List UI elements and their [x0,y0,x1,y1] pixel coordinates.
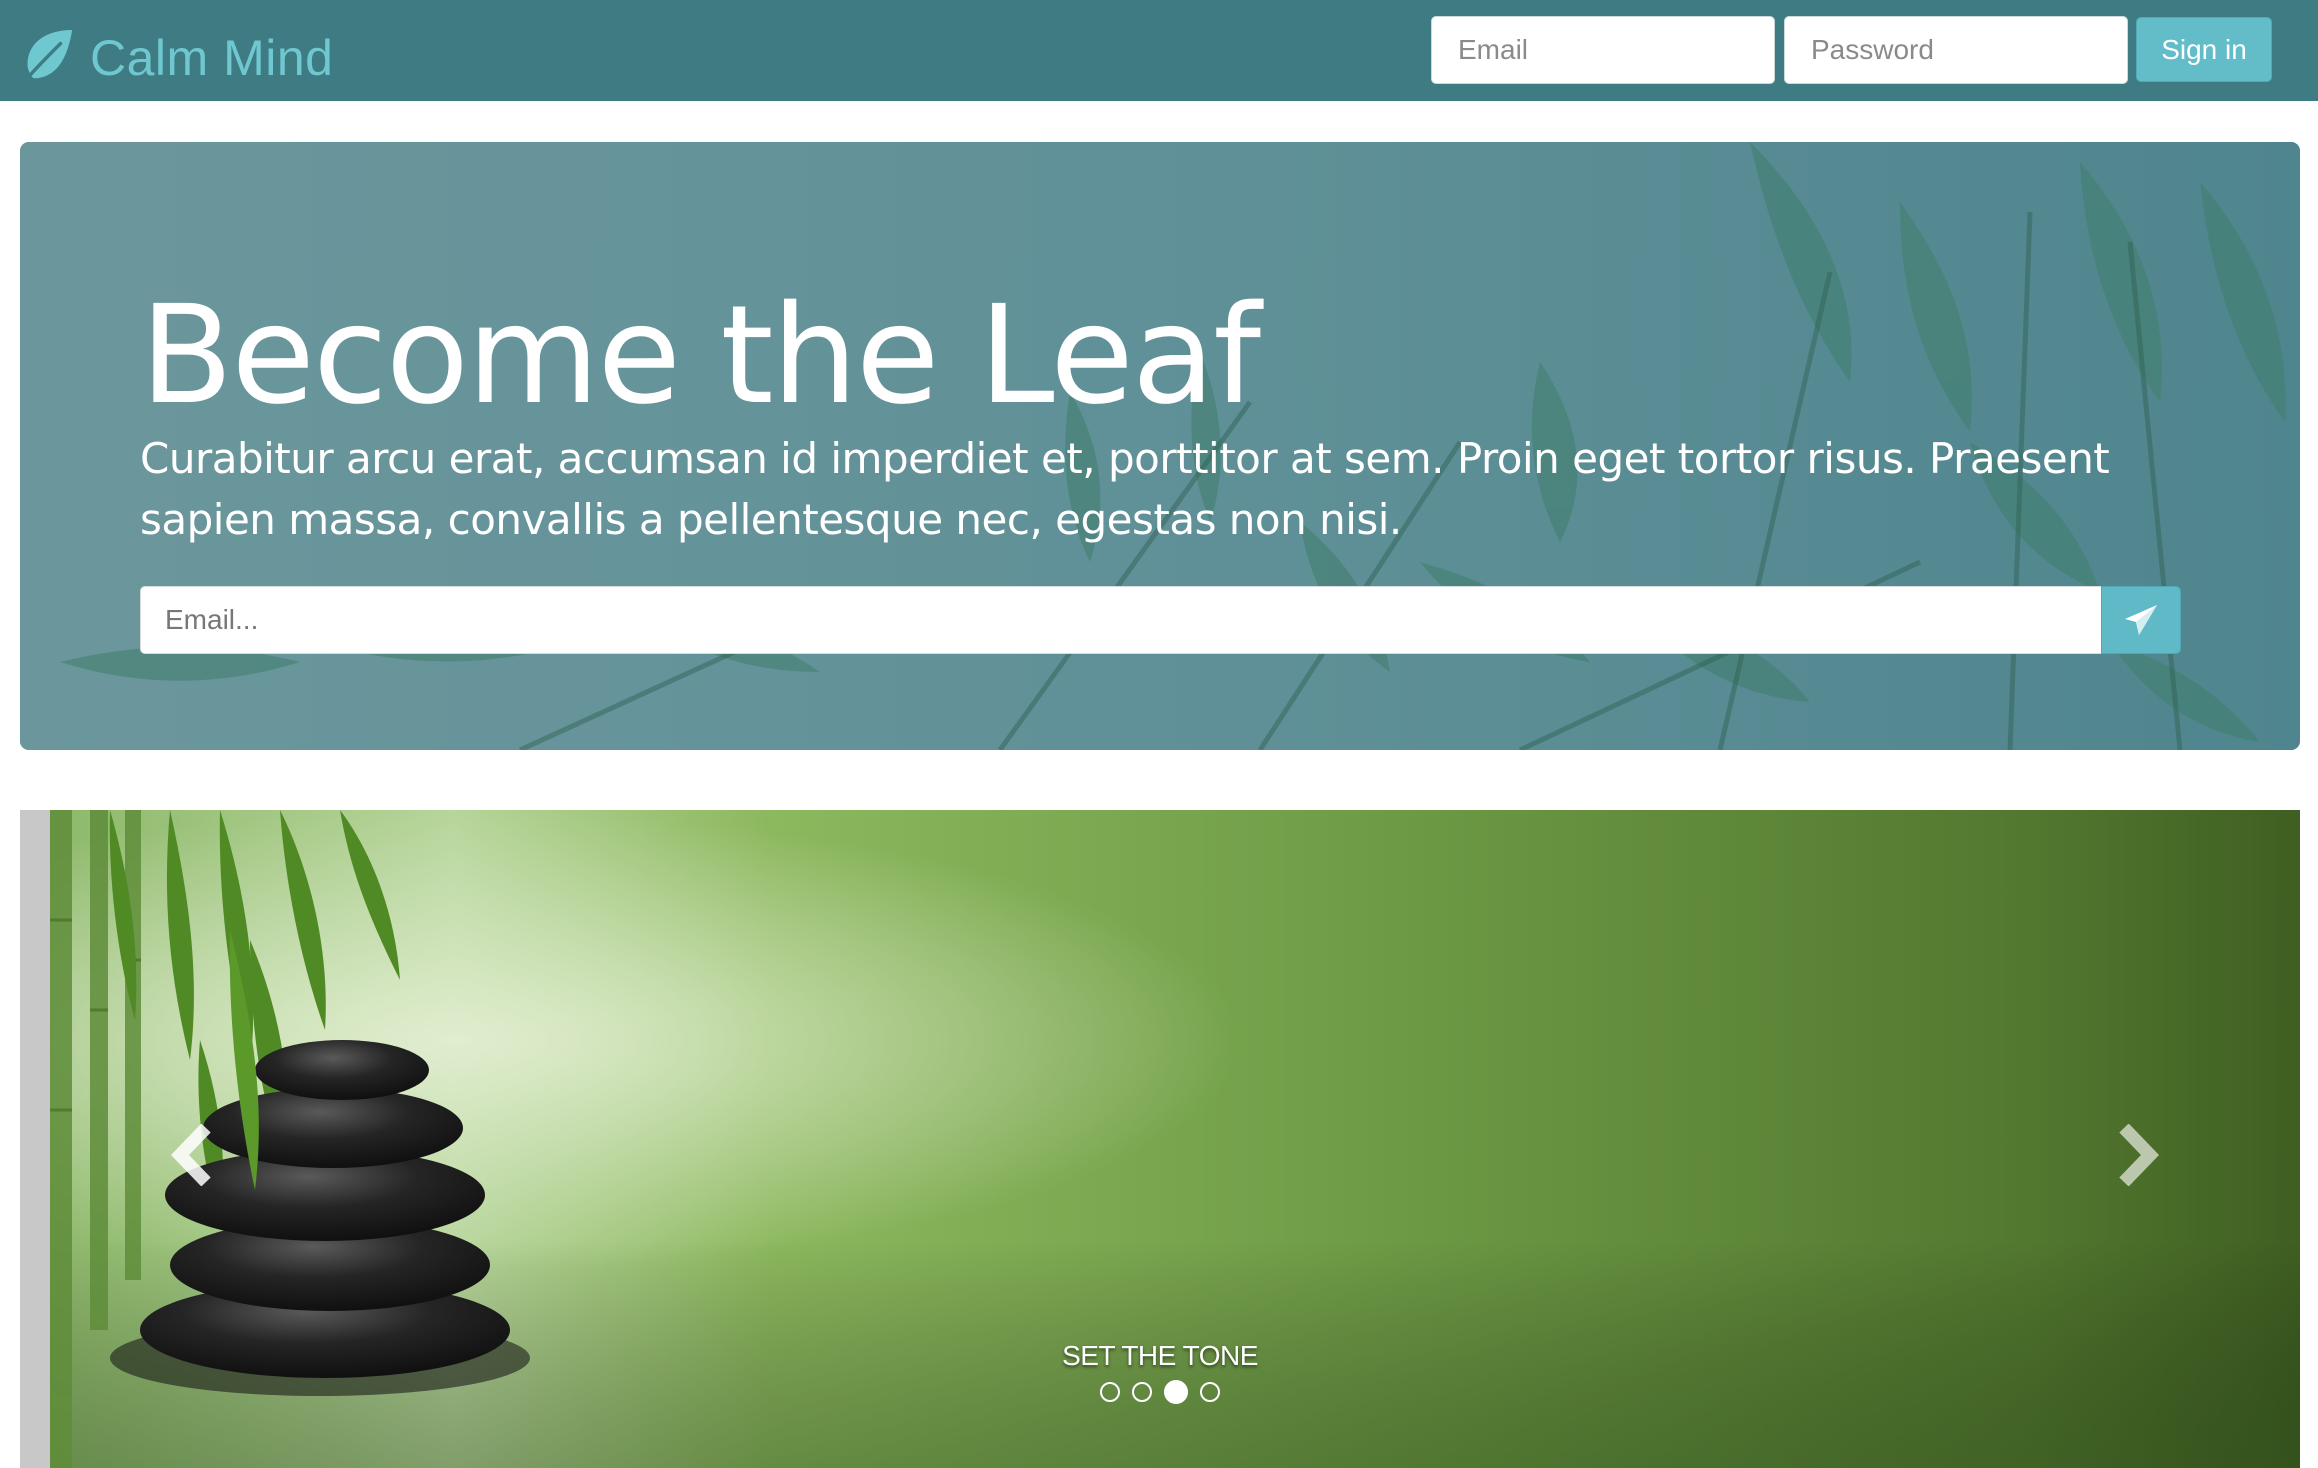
image-carousel: SET THE TONE [20,810,2300,1468]
slide-caption: SET THE TONE [1062,1340,1258,1371]
chevron-right-icon [2119,1124,2160,1186]
sign-in-button[interactable]: Sign in [2136,17,2272,82]
carousel-indicator-2[interactable] [1132,1382,1152,1402]
hero-description: Curabitur arcu erat, accumsan id imperdi… [140,434,2110,544]
carousel-indicator-4[interactable] [1200,1382,1220,1402]
newsletter-email-input[interactable] [140,586,2102,654]
brand-name: Calm Mind [90,30,334,86]
carousel-indicator-3[interactable] [1164,1380,1188,1404]
brand-link[interactable]: Calm Mind [18,26,333,90]
hero-title: Become the Leaf [140,277,1261,435]
hero-banner: Become the Leaf Curabitur arcu erat, acc… [20,142,2300,750]
carousel-next-button[interactable] [2100,1110,2170,1200]
paper-plane-icon [2125,605,2157,635]
password-field[interactable] [1784,16,2128,84]
carousel-indicator-1[interactable] [1100,1382,1120,1402]
carousel-prev-button[interactable] [160,1110,230,1200]
chevron-left-icon [170,1124,211,1186]
leaf-icon [20,29,73,86]
navbar: Calm Mind Sign in [0,0,2318,101]
send-button[interactable] [2101,586,2181,654]
carousel-indicators [20,1380,2300,1404]
email-field[interactable] [1431,16,1775,84]
